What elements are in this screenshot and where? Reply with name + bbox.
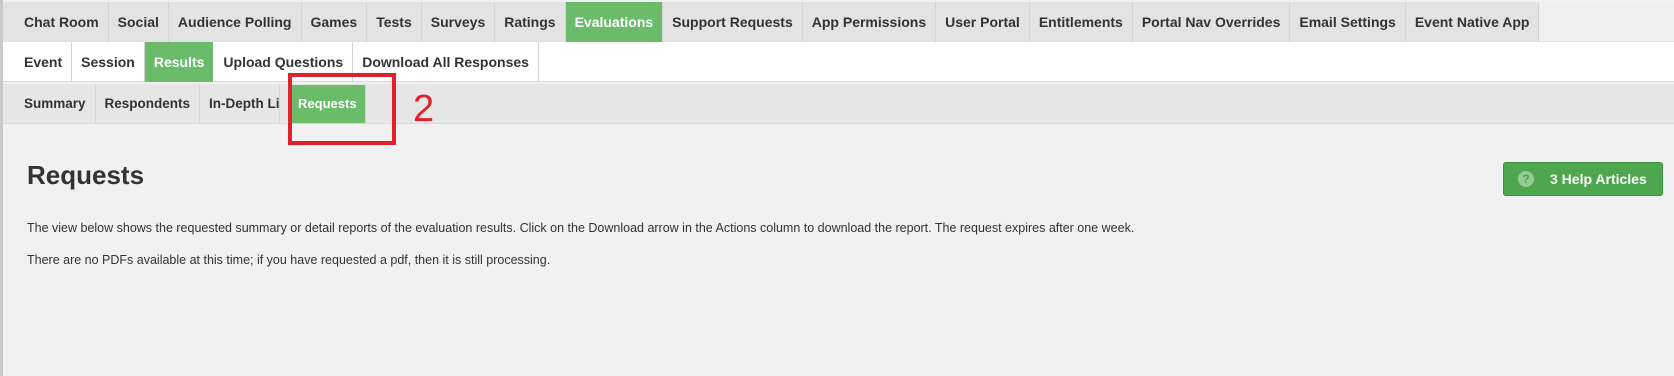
- tab-summary[interactable]: Summary: [15, 84, 96, 124]
- empty-state-message: There are no PDFs available at this time…: [27, 253, 551, 267]
- tab-ratings[interactable]: Ratings: [495, 2, 566, 42]
- evaluation-sub-tab-bar: Event Session Results Upload Questions D…: [3, 42, 1674, 82]
- tab-social[interactable]: Social: [109, 2, 169, 42]
- results-tab-bar: Summary Respondents In-Depth List Reques…: [3, 84, 1674, 124]
- tab-support-requests[interactable]: Support Requests: [663, 2, 803, 42]
- tab-respondents[interactable]: Respondents: [96, 84, 201, 124]
- tab-surveys[interactable]: Surveys: [422, 2, 496, 42]
- tab-tests[interactable]: Tests: [367, 2, 422, 42]
- tab-results[interactable]: Results: [144, 42, 215, 82]
- annotation-highlight-box: [288, 73, 396, 145]
- tab-portal-nav-overrides[interactable]: Portal Nav Overrides: [1133, 2, 1291, 42]
- tab-chat-room[interactable]: Chat Room: [15, 2, 109, 42]
- tab-app-permissions[interactable]: App Permissions: [803, 2, 937, 42]
- help-articles-label: 3 Help Articles: [1550, 171, 1647, 187]
- main-tab-bar: Chat Room Social Audience Polling Games …: [3, 2, 1674, 42]
- tab-email-settings[interactable]: Email Settings: [1290, 2, 1406, 42]
- tab-user-portal[interactable]: User Portal: [936, 2, 1030, 42]
- tab-event[interactable]: Event: [15, 42, 73, 82]
- tab-event-native-app[interactable]: Event Native App: [1406, 2, 1540, 42]
- tab-session[interactable]: Session: [72, 42, 145, 82]
- page-title: Requests: [27, 160, 145, 190]
- tab-evaluations[interactable]: Evaluations: [565, 2, 664, 42]
- tab-in-depth-list[interactable]: In-Depth List: [200, 84, 281, 124]
- tab-bar-filler: [1539, 2, 1674, 42]
- help-articles-button[interactable]: ? 3 Help Articles: [1503, 162, 1663, 196]
- question-mark-icon: ?: [1518, 171, 1534, 187]
- requests-description: The view below shows the requested summa…: [27, 221, 1135, 235]
- annotation-step-number: 2: [413, 88, 435, 130]
- tab-entitlements[interactable]: Entitlements: [1030, 2, 1133, 42]
- tab-games[interactable]: Games: [302, 2, 368, 42]
- evaluations-requests-page: Chat Room Social Audience Polling Games …: [0, 0, 1674, 376]
- tab-audience-polling[interactable]: Audience Polling: [169, 2, 302, 42]
